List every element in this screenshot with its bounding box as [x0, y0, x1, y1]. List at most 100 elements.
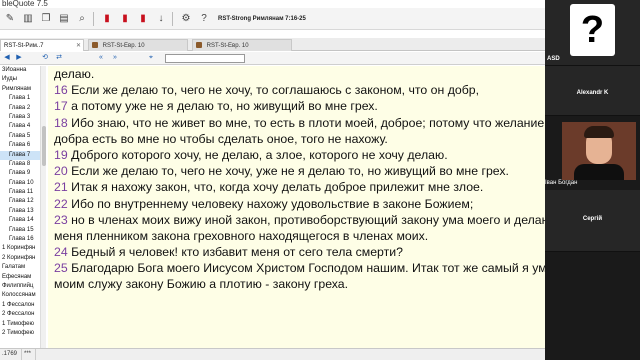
- book-tree-item[interactable]: Глава 12: [0, 197, 45, 206]
- verse-line: 16 Если же делаю то, чего не хочу, то со…: [48, 82, 545, 98]
- verse-number[interactable]: 19: [54, 148, 68, 162]
- book-tree-item[interactable]: Иуды: [0, 75, 45, 84]
- tab-label: RST-St-Евр. 10: [206, 43, 249, 49]
- scrollbar-thumb[interactable]: [42, 126, 46, 166]
- book-tree-item[interactable]: Глава 11: [0, 188, 45, 197]
- book-tree-item[interactable]: Глава 8: [0, 160, 45, 169]
- shirt-shape: [574, 164, 624, 180]
- book-tree-item[interactable]: 3Иоанна: [0, 66, 45, 75]
- navigation-bar: ◀ ▶ ⟲ ⇄ « » ⌖: [0, 52, 545, 65]
- participant-tile-asd[interactable]: ? ASD: [545, 0, 640, 66]
- tab-bar: RST-St-Рим..7 ✕ RST-St-Евр. 10 RST-St-Ев…: [0, 38, 545, 51]
- settings-icon[interactable]: ⚙: [178, 11, 194, 27]
- book-tree-item[interactable]: Глава 2: [0, 104, 45, 113]
- verse-list: делаю. 16 Если же делаю то, чего не хочу,…: [48, 66, 545, 293]
- participant-name: Сергій: [582, 216, 603, 222]
- book-tree-item[interactable]: Глава 9: [0, 169, 45, 178]
- verse-line: добра есть во мне но чтобы сделать оное,…: [48, 131, 545, 147]
- verse-text: делаю.: [54, 67, 95, 81]
- book-icon: [92, 42, 98, 49]
- verse-number[interactable]: 20: [54, 164, 68, 178]
- book-tree-item[interactable]: Ефесянам: [0, 273, 45, 282]
- book-tree-item[interactable]: Глава 16: [0, 235, 45, 244]
- book-tree-item[interactable]: Глава 7: [0, 150, 45, 160]
- book-tree-item[interactable]: 1 Коринфян: [0, 244, 45, 253]
- paste-icon[interactable]: ▤: [56, 11, 72, 27]
- verse-number[interactable]: 22: [54, 197, 68, 211]
- prev-chapter-icon[interactable]: «: [96, 53, 106, 63]
- history-icon[interactable]: ⟲: [40, 53, 50, 63]
- window-title: bleQuote 7.5: [0, 0, 545, 8]
- verse-text: Если же делаю то, чего не хочу, уже не я…: [67, 164, 509, 179]
- book-tree-item[interactable]: Колоссянам: [0, 291, 45, 300]
- book-tree-item[interactable]: Глава 1: [0, 94, 45, 103]
- verse-number[interactable]: 24: [54, 245, 68, 259]
- participant-name: ASD: [547, 56, 560, 62]
- verse-number[interactable]: 18: [54, 116, 68, 130]
- verse-text: Ибо по внутреннему человеку нахожу удово…: [67, 196, 474, 211]
- bookmark-icon[interactable]: ▮: [99, 11, 115, 27]
- bookmark-add-icon[interactable]: ▮: [117, 11, 133, 27]
- zoom-icon[interactable]: ⌖: [146, 53, 156, 63]
- book-tree-item[interactable]: Глава 15: [0, 226, 45, 235]
- back-icon[interactable]: ◀: [2, 53, 12, 63]
- forward-icon[interactable]: ▶: [14, 53, 24, 63]
- book-tree-item[interactable]: Глава 6: [0, 141, 45, 150]
- verse-line: делаю.: [48, 66, 545, 82]
- book-tree-item[interactable]: Глава 5: [0, 132, 45, 141]
- book-tree-item[interactable]: Римлянам: [0, 85, 45, 94]
- status-position: .1769: [0, 349, 22, 360]
- verse-number[interactable]: 23: [54, 213, 68, 227]
- edit-icon[interactable]: ✎: [2, 11, 18, 27]
- search-input[interactable]: [165, 54, 245, 63]
- download-icon[interactable]: ↓: [153, 11, 169, 27]
- verse-number[interactable]: 25: [54, 261, 68, 275]
- book-tree-item[interactable]: Глава 13: [0, 207, 45, 216]
- tab-label: RST-St-Рим..7: [4, 43, 44, 49]
- verse-text: Ибо знаю, что не живет во мне, то есть в…: [67, 115, 545, 130]
- participant-tile-sergii[interactable]: Сергій: [545, 190, 640, 252]
- book-tree-item[interactable]: Глава 14: [0, 216, 45, 225]
- book-tree-list: 3Иоанна Иуды Римлянам Глава 1 Глава 2 Глава 3…: [0, 66, 45, 338]
- participant-tile-alexandr[interactable]: Alexandr K: [545, 66, 640, 116]
- sidebar-scrollbar[interactable]: [40, 66, 46, 348]
- verse-number[interactable]: 16: [54, 83, 68, 97]
- tab-hebrews-10-second[interactable]: RST-St-Евр. 10: [192, 39, 292, 51]
- tab-hebrews-10[interactable]: RST-St-Евр. 10: [88, 39, 188, 51]
- verse-text: Благодарю Бога моего Иисусом Христом Гос…: [67, 261, 545, 276]
- next-chapter-icon[interactable]: »: [110, 53, 120, 63]
- verse-line: 23 но в членах моих вижу иной закон, про…: [48, 212, 545, 228]
- book-tree-item[interactable]: Глава 3: [0, 113, 45, 122]
- book-tree-item[interactable]: 2 Коринфян: [0, 254, 45, 263]
- participant-video-ivan[interactable]: [562, 122, 636, 180]
- verse-text: но в членах моих вижу иной закон, против…: [67, 212, 545, 227]
- book-tree-item[interactable]: Глава 10: [0, 179, 45, 188]
- verse-line: меня пленником закона греховного находящ…: [48, 228, 545, 244]
- columns-icon[interactable]: ▥: [20, 11, 36, 27]
- book-tree-item[interactable]: Глава 4: [0, 122, 45, 131]
- bookmark-remove-icon[interactable]: ▮: [135, 11, 151, 27]
- status-marker: ***: [22, 349, 36, 360]
- verse-line: 25 Благодарю Бога моего Иисусом Христом …: [48, 260, 545, 276]
- close-icon[interactable]: ✕: [76, 40, 81, 51]
- verse-text: моим служу закону Божию а плотию - закон…: [54, 277, 349, 292]
- sync-icon[interactable]: ⇄: [54, 53, 64, 63]
- book-tree-item[interactable]: 2 Тимофею: [0, 329, 45, 338]
- copy-icon[interactable]: ❐: [38, 11, 54, 27]
- search-icon[interactable]: ⌕: [74, 11, 90, 27]
- unknown-avatar-icon: ?: [570, 4, 615, 56]
- verse-line: 24 Бедный я человек! кто избавит меня от…: [48, 244, 545, 260]
- book-tree-item[interactable]: 1 Фессалон: [0, 301, 45, 310]
- participant-name: Alexandr K: [576, 90, 609, 96]
- tab-label: RST-St-Евр. 10: [102, 43, 145, 49]
- book-tree-item[interactable]: Филиппийц: [0, 282, 45, 291]
- verse-line: 17 а потому уже не я делаю то, но живущи…: [48, 98, 545, 114]
- book-tree-item[interactable]: 2 Фессалон: [0, 310, 45, 319]
- help-icon[interactable]: ?: [196, 11, 212, 27]
- tab-romans-7[interactable]: RST-St-Рим..7 ✕: [0, 39, 84, 51]
- verse-number[interactable]: 17: [54, 99, 68, 113]
- verse-number[interactable]: 21: [54, 180, 68, 194]
- book-tree-item[interactable]: Галатам: [0, 263, 45, 272]
- video-call-panel: ? ASD Alexandr K Іван Богдан Сергій: [545, 0, 640, 360]
- book-tree-item[interactable]: 1 Тимофею: [0, 320, 45, 329]
